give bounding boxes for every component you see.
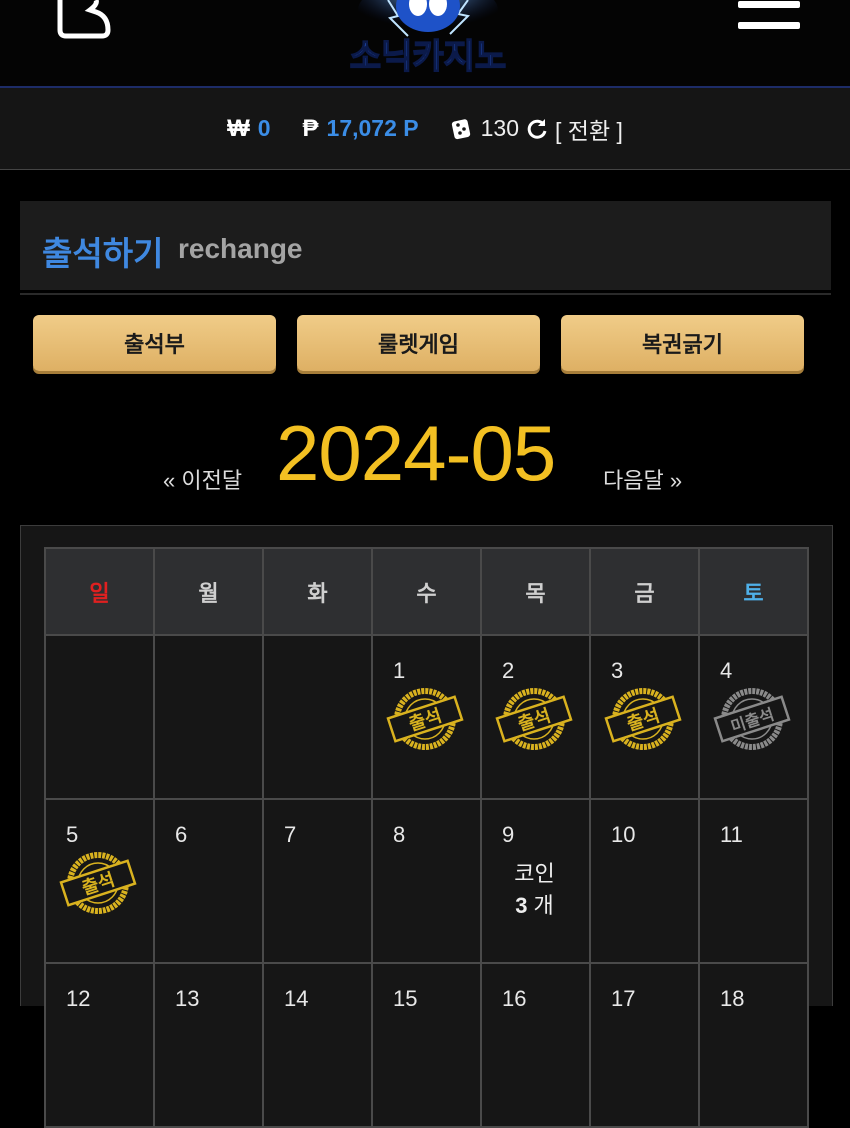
calendar-day-cell [262, 634, 373, 800]
attended-stamp-icon: 출석 [59, 852, 137, 914]
logo-text: 소닉카지노 [350, 37, 506, 77]
coin-reward-amount: 3 개 [515, 893, 554, 918]
calendar-day-cell: 8 [371, 798, 482, 964]
day-number: 8 [393, 822, 406, 847]
dice-count: 130 [480, 115, 520, 141]
day-number: 13 [175, 986, 200, 1011]
refresh-icon[interactable] [525, 117, 549, 141]
day-number: 5 [66, 822, 79, 847]
day-number: 15 [393, 986, 418, 1011]
won-balance: 0 [257, 115, 271, 141]
day-number: 1 [393, 658, 406, 683]
calendar-week-row: 1 출석 2 출석 3 출석 4 미출석 [44, 634, 809, 800]
weekday-tue: 화 [262, 547, 373, 636]
calendar-day-cell [44, 634, 155, 800]
day-number: 7 [284, 822, 297, 847]
calendar-day-cell [153, 634, 264, 800]
calendar-day-cell: 12 [44, 962, 155, 1128]
weekday-wed: 수 [371, 547, 482, 636]
current-month: 2024-05 [276, 409, 556, 497]
calendar-day-cell: 4 미출석 [698, 634, 809, 800]
weekday-sun: 일 [44, 547, 155, 636]
day-number: 3 [611, 658, 624, 683]
weekday-sat: 토 [698, 547, 809, 636]
day-number: 18 [720, 986, 745, 1011]
logo[interactable]: 소닉카지노 [318, 0, 538, 84]
weekday-header-row: 일 월 화 수 목 금 토 [44, 547, 809, 636]
page-subtitle: rechange [178, 233, 303, 264]
day-number: 12 [66, 986, 91, 1011]
calendar-day-cell: 9 코인 3 개 [480, 798, 591, 964]
tab-attendance[interactable]: 출석부 [33, 315, 276, 371]
calendar-day-cell: 5 출석 [44, 798, 155, 964]
switch-button[interactable]: [ 전환 ] [555, 112, 623, 146]
day-number: 4 [720, 658, 733, 683]
calendar-day-cell: 7 [262, 798, 373, 964]
day-number: 17 [611, 986, 636, 1011]
calendar-day-cell: 10 [589, 798, 700, 964]
absent-stamp-icon: 미출석 [713, 688, 791, 750]
divider [20, 293, 831, 295]
day-number: 16 [502, 986, 527, 1011]
page-title: 출석하기 [42, 235, 164, 272]
day-number: 14 [284, 986, 309, 1011]
day-number: 2 [502, 658, 515, 683]
calendar-day-cell: 13 [153, 962, 264, 1128]
won-icon: ₩ [227, 114, 250, 142]
attended-stamp-icon: 출석 [386, 688, 464, 750]
calendar-day-cell: 15 [371, 962, 482, 1128]
calendar-day-cell: 2 출석 [480, 634, 591, 800]
coin-reward-label: 코인 [514, 861, 555, 886]
calendar-week-row: 12 13 14 15 16 17 18 [44, 962, 809, 1128]
calendar-day-cell: 16 [480, 962, 591, 1128]
attended-stamp-icon: 출석 [495, 688, 573, 750]
day-number: 9 [502, 822, 515, 847]
calendar-week-row: 5 출석 6 7 8 9 코인 3 개 10 11 [44, 798, 809, 964]
attendance-calendar: 일 월 화 수 목 금 토 1 출석 2 출석 3 출석 4 미출석 5 출석 6 7 8 9 코인 3 개 1… [20, 525, 833, 1128]
next-month-link[interactable]: 다음달 » [603, 463, 682, 495]
calendar-table: 일 월 화 수 목 금 토 1 출석 2 출석 3 출석 4 미출석 5 출석 6 7 8 9 코인 3 개 1… [44, 547, 809, 1128]
calendar-day-cell: 1 출석 [371, 634, 482, 800]
tab-lottery[interactable]: 복권긁기 [561, 315, 804, 371]
user-icon[interactable] [52, 0, 112, 40]
hamburger-menu-icon[interactable] [736, 0, 802, 36]
calendar-day-cell: 18 [698, 962, 809, 1128]
section-header: 출석하기 rechange [20, 201, 831, 290]
day-number: 11 [720, 822, 743, 847]
attended-stamp-icon: 출석 [604, 688, 682, 750]
day-number: 10 [611, 822, 636, 847]
weekday-mon: 월 [153, 547, 264, 636]
point-icon: ₱ [302, 114, 319, 142]
point-balance: 17,072 P [326, 115, 419, 141]
calendar-day-cell: 17 [589, 962, 700, 1128]
weekday-thu: 목 [480, 547, 591, 636]
calendar-day-cell: 14 [262, 962, 373, 1128]
calendar-day-cell: 3 출석 [589, 634, 700, 800]
calendar-day-cell: 11 [698, 798, 809, 964]
balance-bar: ₩ 0 ₱ 17,072 P 130 [ 전환 ] [0, 88, 850, 170]
dice-icon [451, 118, 470, 139]
calendar-day-cell: 6 [153, 798, 264, 964]
prev-month-link[interactable]: « 이전달 [163, 463, 242, 495]
top-header: 소닉카지노 [0, 0, 850, 88]
tab-roulette[interactable]: 룰렛게임 [297, 315, 540, 371]
day-number: 6 [175, 822, 188, 847]
weekday-fri: 금 [589, 547, 700, 636]
